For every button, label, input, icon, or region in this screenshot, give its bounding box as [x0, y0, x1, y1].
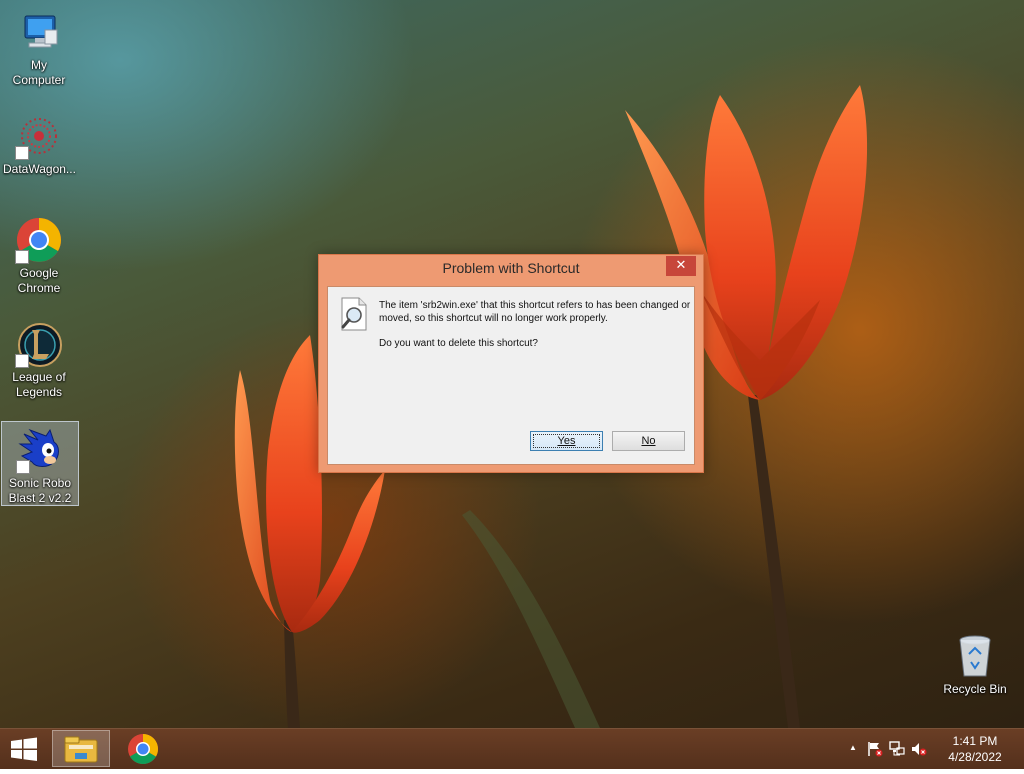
- desktop-icon-label: Google Chrome: [17, 266, 61, 295]
- volume-muted-icon[interactable]: [910, 741, 928, 757]
- dialog-body: The item 'srb2win.exe' that this shortcu…: [327, 286, 695, 465]
- no-button[interactable]: No: [612, 431, 685, 451]
- dialog-message: The item 'srb2win.exe' that this shortcu…: [379, 300, 691, 324]
- close-icon: ✕: [675, 258, 687, 273]
- desktop-icon-label: Recycle Bin: [943, 682, 1007, 696]
- clock-date: 4/28/2022: [948, 750, 1002, 764]
- desktop-icon-label: Sonic Robo Blast 2 v2.2: [8, 476, 72, 505]
- desktop-icon-recycle-bin[interactable]: Recycle Bin: [937, 628, 1013, 697]
- desktop-icon-label: My Computer: [12, 58, 66, 87]
- problem-with-shortcut-dialog: Problem with Shortcut ✕ The item 'srb2wi…: [318, 254, 704, 473]
- league-of-legends-icon: [15, 320, 63, 368]
- windows-logo-icon: [11, 737, 37, 761]
- chevron-up-icon: ▲: [849, 743, 857, 752]
- action-center-flag-icon[interactable]: [866, 741, 884, 757]
- shortcut-arrow-icon: [16, 460, 30, 474]
- desktop-icon-league-of-legends[interactable]: League of Legends: [1, 316, 77, 400]
- show-hidden-icons-button[interactable]: ▲: [844, 743, 862, 759]
- desktop-icon-my-computer[interactable]: My Computer: [1, 4, 77, 88]
- sonic-icon: [16, 426, 64, 474]
- start-button[interactable]: [0, 729, 48, 769]
- recycle-bin-icon: [951, 632, 999, 680]
- dialog-title: Problem with Shortcut: [442, 260, 580, 276]
- datawagon-icon: [15, 112, 63, 160]
- shortcut-arrow-icon: [15, 146, 29, 160]
- desktop[interactable]: My Computer DataWagon... Google Chrome L…: [0, 0, 1024, 728]
- chrome-icon: [15, 216, 63, 264]
- file-explorer-icon: [64, 736, 98, 763]
- close-button[interactable]: ✕: [666, 256, 696, 276]
- dialog-question: Do you want to delete this shortcut?: [379, 338, 538, 349]
- desktop-icon-label: DataWagon...: [3, 162, 76, 176]
- desktop-icon-label: League of Legends: [12, 370, 66, 399]
- yes-button[interactable]: Yes: [530, 431, 603, 451]
- computer-icon: [15, 8, 63, 56]
- desktop-icon-sonic-robo-blast[interactable]: Sonic Robo Blast 2 v2.2: [1, 421, 79, 506]
- clock-time: 1:41 PM: [952, 734, 998, 748]
- desktop-icon-datawagon[interactable]: DataWagon...: [1, 108, 77, 177]
- chrome-icon: [128, 734, 159, 765]
- network-icon[interactable]: [888, 741, 906, 757]
- yes-button-label: Yes: [557, 435, 576, 447]
- no-button-label: No: [641, 435, 656, 447]
- shortcut-arrow-icon: [15, 354, 29, 368]
- shortcut-arrow-icon: [15, 250, 29, 264]
- taskbar-clock[interactable]: 1:41 PM 4/28/2022: [940, 733, 1010, 765]
- taskbar-file-explorer[interactable]: [52, 730, 110, 767]
- document-search-icon: [339, 297, 371, 336]
- taskbar-google-chrome[interactable]: [114, 730, 172, 767]
- desktop-icon-google-chrome[interactable]: Google Chrome: [1, 212, 77, 296]
- taskbar: ▲ 1:41 PM 4/28/2022: [0, 728, 1024, 769]
- system-tray: ▲ 1:41 PM 4/28/2022: [844, 729, 1024, 769]
